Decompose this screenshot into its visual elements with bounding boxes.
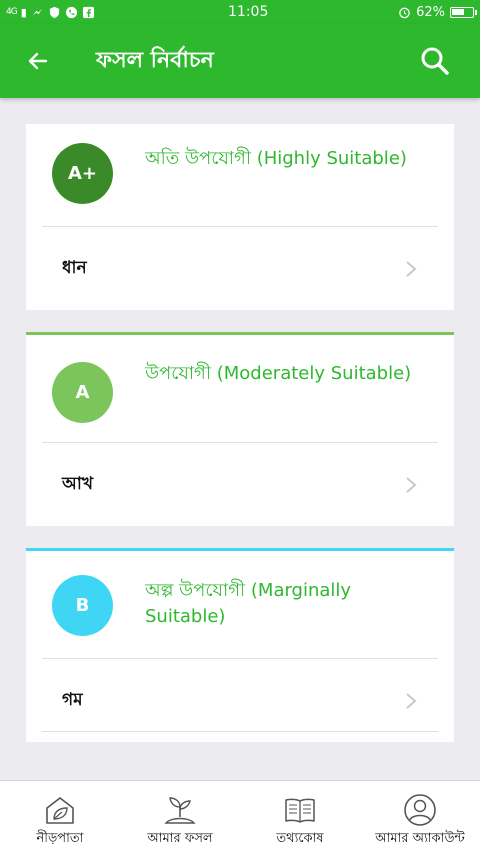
suitability-list: A+ অতি উপযোগী (Highly Suitable) ধান A উপ… <box>26 124 454 764</box>
network-type: 4G <box>6 7 18 17</box>
suitability-card-highly: A+ অতি উপযোগী (Highly Suitable) ধান <box>26 124 454 310</box>
divider <box>42 442 438 443</box>
crop-row-sugarcane[interactable]: আখ <box>26 443 454 526</box>
nav-label: আমার ফসল <box>147 831 213 846</box>
nav-knowledge-base[interactable]: তথ্যকোষ <box>240 781 360 853</box>
crop-name: আখ <box>62 473 93 494</box>
chevron-right-icon <box>406 476 417 493</box>
chevron-right-icon <box>406 692 417 709</box>
grade-badge: A <box>52 362 113 423</box>
card-header: A উপযোগী (Moderately Suitable) <box>26 335 454 443</box>
status-left: 4G ▮ <box>6 6 196 19</box>
divider <box>42 226 438 227</box>
facebook-icon <box>82 6 94 18</box>
search-icon <box>421 47 449 75</box>
suitability-card-marginal: B অল্প উপযোগী (Marginally Suitable) গম <box>26 548 454 742</box>
crop-name: ধান <box>62 257 87 278</box>
home-leaf-icon <box>46 797 74 824</box>
card-header: B অল্প উপযোগী (Marginally Suitable) <box>26 551 454 659</box>
battery-fill <box>452 8 464 15</box>
crop-name: গম <box>62 689 83 710</box>
page-title: ফসল নির্বাচন <box>96 47 214 73</box>
status-time: 11:05 <box>228 4 269 20</box>
battery-icon <box>450 6 477 18</box>
account-icon <box>404 794 436 826</box>
nav-my-crops[interactable]: আমার ফসল <box>120 781 240 853</box>
chevron-right-icon <box>406 260 417 277</box>
divider <box>42 658 438 659</box>
nav-label: তথ্যকোষ <box>276 831 324 846</box>
crop-row-rice[interactable]: ধান <box>26 227 454 310</box>
status-right: 62% <box>398 4 477 20</box>
nav-my-account[interactable]: আমার অ্যাকাউন্ট <box>360 781 480 853</box>
suitability-card-moderate: A উপযোগী (Moderately Suitable) আখ <box>26 332 454 526</box>
crop-row-wheat[interactable]: গম <box>26 659 454 742</box>
grade-title: উপযোগী (Moderately Suitable) <box>145 363 412 384</box>
sprout-icon <box>164 797 196 824</box>
phone-icon <box>65 6 77 18</box>
app-bar: ফসল নির্বাচন <box>0 24 480 98</box>
card-header: A+ অতি উপযোগী (Highly Suitable) <box>26 124 454 227</box>
search-button[interactable] <box>390 24 480 98</box>
nav-label: আমার অ্যাকাউন্ট <box>375 831 465 846</box>
grade-badge: B <box>52 575 113 636</box>
alarm-icon <box>399 7 410 18</box>
shield-icon <box>49 6 59 18</box>
grade-title: অল্প উপযোগী (Marginally Suitable) <box>145 580 352 627</box>
grade-title: অতি উপযোগী (Highly Suitable) <box>145 148 407 169</box>
nav-label: নীড়পাতা <box>36 831 84 846</box>
messenger-icon <box>32 8 42 15</box>
arrow-left-icon <box>28 52 48 70</box>
grade-badge: A+ <box>52 143 113 204</box>
signal-icon: ▮ <box>20 5 27 19</box>
nav-home[interactable]: নীড়পাতা <box>0 781 120 853</box>
back-button[interactable] <box>0 24 76 98</box>
divider <box>42 731 438 732</box>
status-bar: 4G ▮ 11:05 62% <box>0 0 480 24</box>
bottom-navigation: নীড়পাতা আমার ফসল তথ্যকোষ আমার অ্যাকাউন্… <box>0 780 480 853</box>
battery-percent: 62% <box>416 4 445 20</box>
book-icon <box>285 798 315 823</box>
